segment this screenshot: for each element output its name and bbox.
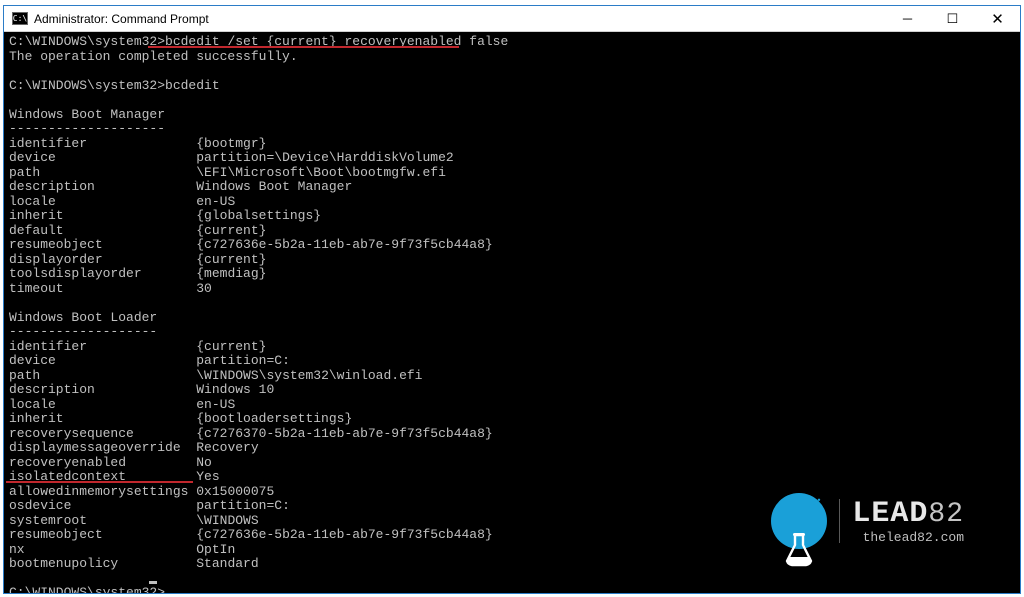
bl-device: partition=C: [196,353,290,368]
bm-timeout: 30 [196,281,212,296]
bl-identifier: {current} [196,339,266,354]
bl-systemroot: \WINDOWS [196,513,258,528]
bm-displayorder: {current} [196,252,266,267]
bm-identifier: {bootmgr} [196,136,266,151]
bl-bootmenupolicy: Standard [196,556,258,571]
prompt: C:\WINDOWS\system32> [9,34,165,49]
bl-locale: en-US [196,397,235,412]
maximize-button[interactable]: ☐ [930,6,975,31]
bl-inherit: {bootloadersettings} [196,411,352,426]
bl-displaymessageoverride: Recovery [196,440,258,455]
titlebar[interactable]: C:\ Administrator: Command Prompt ─ ☐ ✕ [4,6,1020,32]
section-boot-loader: Windows Boot Loader [9,310,157,325]
cursor-icon [149,581,157,584]
bm-locale: en-US [196,194,235,209]
flask-icon [771,493,827,549]
bm-device: partition=\Device\HarddiskVolume2 [196,150,453,165]
result-1: The operation completed successfully. [9,49,298,64]
window-title: Administrator: Command Prompt [34,12,885,26]
highlight-underline-icon [148,46,459,48]
bl-recoverysequence: {c7276370-5b2a-11eb-ab7e-9f73f5cb44a8} [196,426,492,441]
bl-description: Windows 10 [196,382,274,397]
minimize-button[interactable]: ─ [885,6,930,31]
bl-resumeobject: {c727636e-5b2a-11eb-ab7e-9f73f5cb44a8} [196,527,492,542]
highlight-underline-icon [6,481,193,483]
bl-isolatedcontext: Yes [196,469,219,484]
command-prompt-window: C:\ Administrator: Command Prompt ─ ☐ ✕ … [3,5,1021,594]
bm-description: Windows Boot Manager [196,179,352,194]
bl-path: \WINDOWS\system32\winload.efi [196,368,422,383]
bm-toolsdisplayorder: {memdiag} [196,266,266,281]
divider [839,499,840,543]
window-controls: ─ ☐ ✕ [885,6,1020,31]
section-boot-manager: Windows Boot Manager [9,107,165,122]
bm-path: \EFI\Microsoft\Boot\bootmgfw.efi [196,165,446,180]
prompt: C:\WINDOWS\system32> [9,78,165,93]
terminal-output[interactable]: C:\WINDOWS\system32>bcdedit /set {curren… [4,32,1020,593]
bl-recoveryenabled: No [196,455,212,470]
bm-default: {current} [196,223,266,238]
logo-text: LEAD82 thelead82.com [852,499,964,544]
bl-nx: OptIn [196,542,235,557]
bm-inherit: {globalsettings} [196,208,321,223]
prompt: C:\WINDOWS\system32> [9,585,165,593]
command-2: bcdedit [165,78,220,93]
watermark-logo: LEAD82 thelead82.com [771,493,964,549]
cmd-icon: C:\ [12,12,28,25]
bl-allowedinmemorysettings: 0x15000075 [196,484,274,499]
bm-resumeobject: {c727636e-5b2a-11eb-ab7e-9f73f5cb44a8} [196,237,492,252]
bl-osdevice: partition=C: [196,498,290,513]
close-button[interactable]: ✕ [975,6,1020,31]
